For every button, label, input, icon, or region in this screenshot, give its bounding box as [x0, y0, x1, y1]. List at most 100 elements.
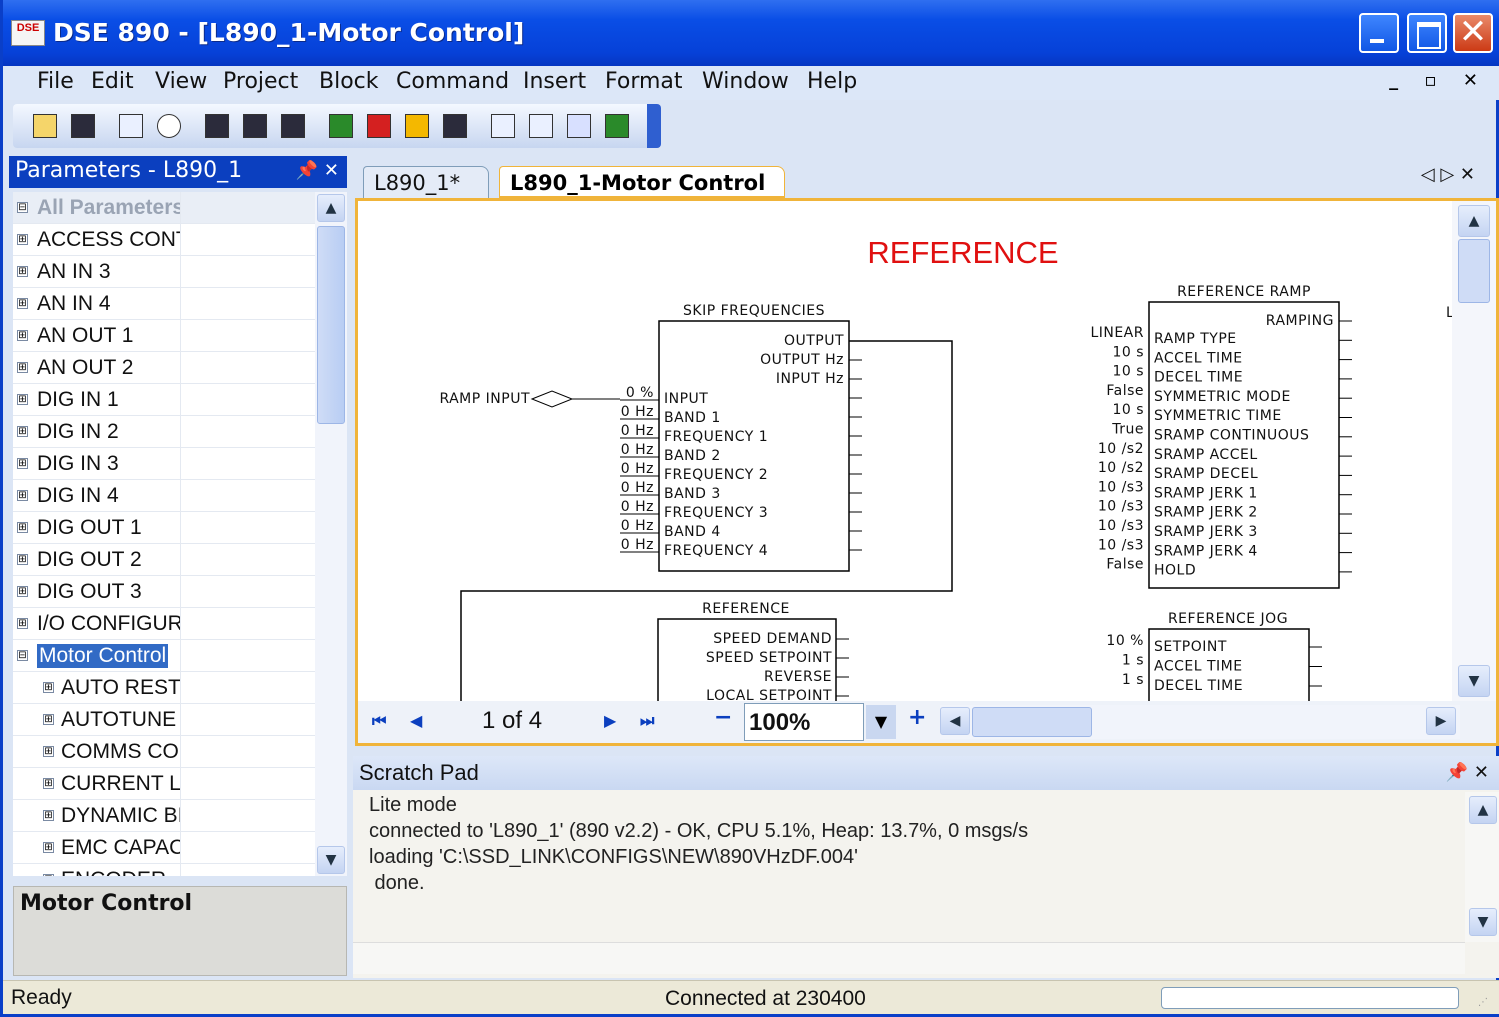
scroll-right-icon[interactable]: ▶: [1426, 707, 1456, 735]
zoom-out-icon[interactable]: −: [714, 705, 732, 730]
expand-toggle-icon[interactable]: ⊞: [17, 330, 28, 341]
tree-item[interactable]: ⊞ ENCODER: [13, 864, 315, 876]
tree-item[interactable]: ⊞ AN IN 4: [13, 288, 315, 320]
menu-file[interactable]: File: [37, 69, 74, 94]
menu-window[interactable]: Window: [702, 69, 789, 94]
parameter-tree[interactable]: ⊟ All Parameters ⊞ ACCESS CONT ⊞ AN IN 3 ⊞ AN I…: [13, 192, 315, 876]
menu-block[interactable]: Block: [319, 69, 379, 94]
zoom-dropdown-icon[interactable]: ▼: [866, 705, 896, 739]
list-icon[interactable]: [529, 114, 553, 138]
block-icon-2[interactable]: [243, 114, 267, 138]
next-page-icon[interactable]: ▶: [604, 711, 616, 730]
tree-item[interactable]: ⊞ I/O CONFIGUR: [13, 608, 315, 640]
expand-toggle-icon[interactable]: ⊞: [17, 490, 28, 501]
monitor-icon[interactable]: [605, 114, 629, 138]
scroll-up-icon[interactable]: ▲: [1469, 796, 1497, 824]
scroll-down-icon[interactable]: ▼: [1469, 908, 1497, 936]
block-diagram[interactable]: REFERENCE SKIP FREQUENCIES OUTPUT OUTPUT Hz…: [358, 201, 1452, 701]
close-button[interactable]: ✕: [1453, 12, 1493, 53]
resize-grip-icon[interactable]: ⋰: [1478, 997, 1492, 1011]
scroll-thumb[interactable]: [972, 707, 1092, 737]
menu-project[interactable]: Project: [223, 69, 298, 94]
tree-item[interactable]: ⊞ DIG OUT 1: [13, 512, 315, 544]
diagram-horizontal-scrollbar[interactable]: ◀ ▶: [940, 705, 1460, 739]
scroll-thumb[interactable]: [317, 226, 345, 424]
scroll-up-icon[interactable]: ▲: [317, 194, 345, 222]
tab-motor-control[interactable]: L890_1-Motor Control: [499, 166, 785, 198]
tree-item[interactable]: ⊞ COMMS COI: [13, 736, 315, 768]
expand-toggle-icon[interactable]: ⊞: [43, 874, 54, 876]
dark-block-icon[interactable]: [443, 114, 467, 138]
expand-toggle-icon[interactable]: ⊞: [17, 522, 28, 533]
expand-toggle-icon[interactable]: ⊞: [43, 810, 54, 821]
tab-l890-1[interactable]: L890_1*: [363, 166, 489, 198]
menu-edit[interactable]: Edit: [91, 69, 134, 94]
scroll-down-icon[interactable]: ▼: [1458, 665, 1490, 697]
tree-item[interactable]: ⊞ AN OUT 1: [13, 320, 315, 352]
scratch-horizontal-scrollbar[interactable]: [353, 942, 1465, 974]
tree-item[interactable]: ⊞ DYNAMIC BI: [13, 800, 315, 832]
tree-item[interactable]: ⊞ EMC CAPAC: [13, 832, 315, 864]
red-block-icon[interactable]: [367, 114, 391, 138]
expand-toggle-icon[interactable]: ⊟: [17, 650, 28, 661]
zoom-in-icon[interactable]: +: [908, 705, 926, 730]
tag-icon[interactable]: [119, 114, 143, 138]
maximize-button[interactable]: [1407, 13, 1447, 53]
expand-toggle-icon[interactable]: ⊞: [43, 746, 54, 757]
expand-toggle-icon[interactable]: ⊞: [17, 266, 28, 277]
toolbar-overflow-button[interactable]: [647, 104, 661, 148]
diagram-vertical-scrollbar[interactable]: ▲ ▼: [1452, 201, 1496, 701]
expand-toggle-icon[interactable]: ⊞: [17, 554, 28, 565]
expand-toggle-icon[interactable]: ⊞: [17, 618, 28, 629]
expand-toggle-icon[interactable]: ⊞: [17, 426, 28, 437]
expand-toggle-icon[interactable]: ⊞: [43, 714, 54, 725]
tree-item[interactable]: ⊞ AUTOTUNE: [13, 704, 315, 736]
save-icon[interactable]: [71, 114, 95, 138]
expand-toggle-icon[interactable]: ⊞: [43, 682, 54, 693]
open-folder-icon[interactable]: [33, 114, 57, 138]
expand-toggle-icon[interactable]: ⊞: [17, 586, 28, 597]
window-icon[interactable]: [491, 114, 515, 138]
expand-toggle-icon[interactable]: ⊟: [17, 202, 28, 213]
pane-pin-close-icons[interactable]: 📌 ✕: [1446, 762, 1489, 783]
menu-format[interactable]: Format: [605, 69, 683, 94]
block-icon-3[interactable]: [281, 114, 305, 138]
mdi-window-controls[interactable]: _ ▫ ✕: [1389, 70, 1488, 91]
menu-view[interactable]: View: [155, 69, 207, 94]
tree-item[interactable]: ⊞ DIG OUT 3: [13, 576, 315, 608]
menu-insert[interactable]: Insert: [523, 69, 586, 94]
last-page-icon[interactable]: ⏭: [640, 711, 654, 731]
zoom-level-field[interactable]: 100%: [744, 703, 864, 741]
tree-item[interactable]: ⊟ All Parameters: [13, 192, 315, 224]
tree-item[interactable]: ⊞ DIG IN 1: [13, 384, 315, 416]
block-icon-1[interactable]: [205, 114, 229, 138]
minimize-button[interactable]: [1359, 13, 1399, 53]
expand-toggle-icon[interactable]: ⊞: [17, 234, 28, 245]
menu-help[interactable]: Help: [807, 69, 857, 94]
menu-command[interactable]: Command: [396, 69, 509, 94]
scroll-up-icon[interactable]: ▲: [1458, 205, 1490, 237]
tree-item[interactable]: ⊞ DIG IN 4: [13, 480, 315, 512]
tree-item[interactable]: ⊞ CURRENT L: [13, 768, 315, 800]
pane-pin-close-icons[interactable]: 📌 ✕: [296, 160, 339, 181]
expand-toggle-icon[interactable]: ⊞: [43, 778, 54, 789]
green-block-icon[interactable]: [329, 114, 353, 138]
tree-item[interactable]: ⊞ AN IN 3: [13, 256, 315, 288]
magnifier-icon[interactable]: [157, 114, 181, 138]
tree-item[interactable]: ⊞ AN OUT 2: [13, 352, 315, 384]
tree-item[interactable]: ⊞ AUTO REST: [13, 672, 315, 704]
expand-toggle-icon[interactable]: ⊞: [17, 394, 28, 405]
title-bar[interactable]: DSE DSE 890 - [L890_1-Motor Control] ✕: [3, 0, 1499, 66]
scroll-down-icon[interactable]: ▼: [317, 846, 345, 874]
yellow-block-icon[interactable]: [405, 114, 429, 138]
tree-item[interactable]: ⊞ DIG OUT 2: [13, 544, 315, 576]
tree-scrollbar[interactable]: ▲ ▼: [315, 192, 347, 876]
expand-toggle-icon[interactable]: ⊞: [17, 458, 28, 469]
tree-item[interactable]: ⊞ ACCESS CONT: [13, 224, 315, 256]
first-page-icon[interactable]: ⏮: [372, 711, 386, 731]
tree-item[interactable]: ⊞ DIG IN 2: [13, 416, 315, 448]
expand-toggle-icon[interactable]: ⊞: [43, 842, 54, 853]
scratch-vertical-scrollbar[interactable]: ▲ ▼: [1465, 792, 1499, 942]
chart-icon[interactable]: [567, 114, 591, 138]
tree-item[interactable]: ⊟ Motor Control: [13, 640, 315, 672]
